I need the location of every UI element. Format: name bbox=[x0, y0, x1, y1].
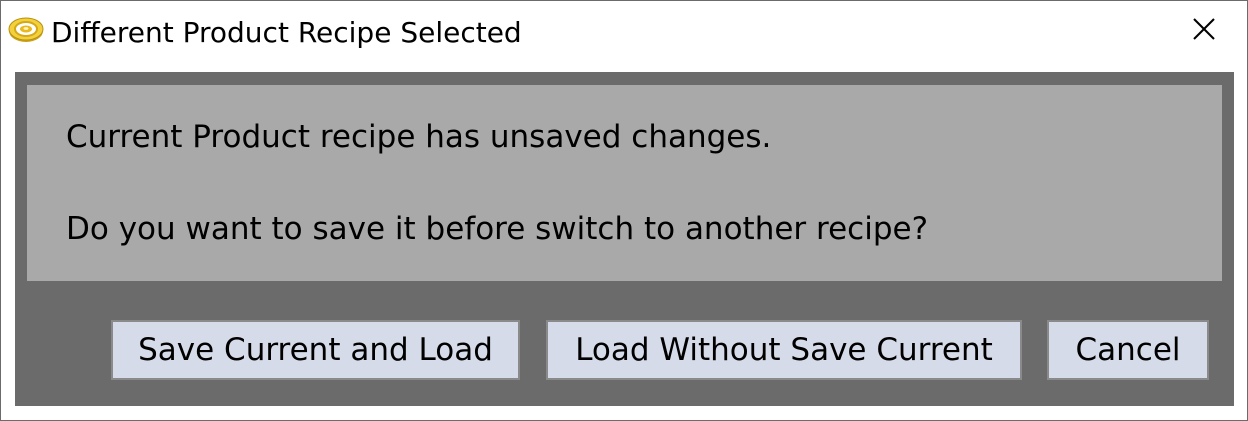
message-panel: Current Product recipe has unsaved chang… bbox=[27, 85, 1222, 281]
dialog-window: Different Product Recipe Selected Curren… bbox=[0, 0, 1248, 421]
window-title: Different Product Recipe Selected bbox=[51, 16, 522, 49]
cancel-button[interactable]: Cancel bbox=[1047, 320, 1209, 380]
message-save-question: Do you want to save it before switch to … bbox=[66, 211, 929, 247]
message-unsaved-changes: Current Product recipe has unsaved chang… bbox=[66, 119, 772, 155]
close-icon bbox=[1192, 17, 1216, 45]
dialog-content: Current Product recipe has unsaved chang… bbox=[15, 72, 1234, 406]
target-coin-icon bbox=[7, 15, 45, 45]
close-button[interactable] bbox=[1161, 1, 1247, 61]
title-bar: Different Product Recipe Selected bbox=[1, 1, 1247, 71]
save-current-and-load-button[interactable]: Save Current and Load bbox=[111, 320, 520, 380]
load-without-save-button[interactable]: Load Without Save Current bbox=[546, 320, 1022, 380]
